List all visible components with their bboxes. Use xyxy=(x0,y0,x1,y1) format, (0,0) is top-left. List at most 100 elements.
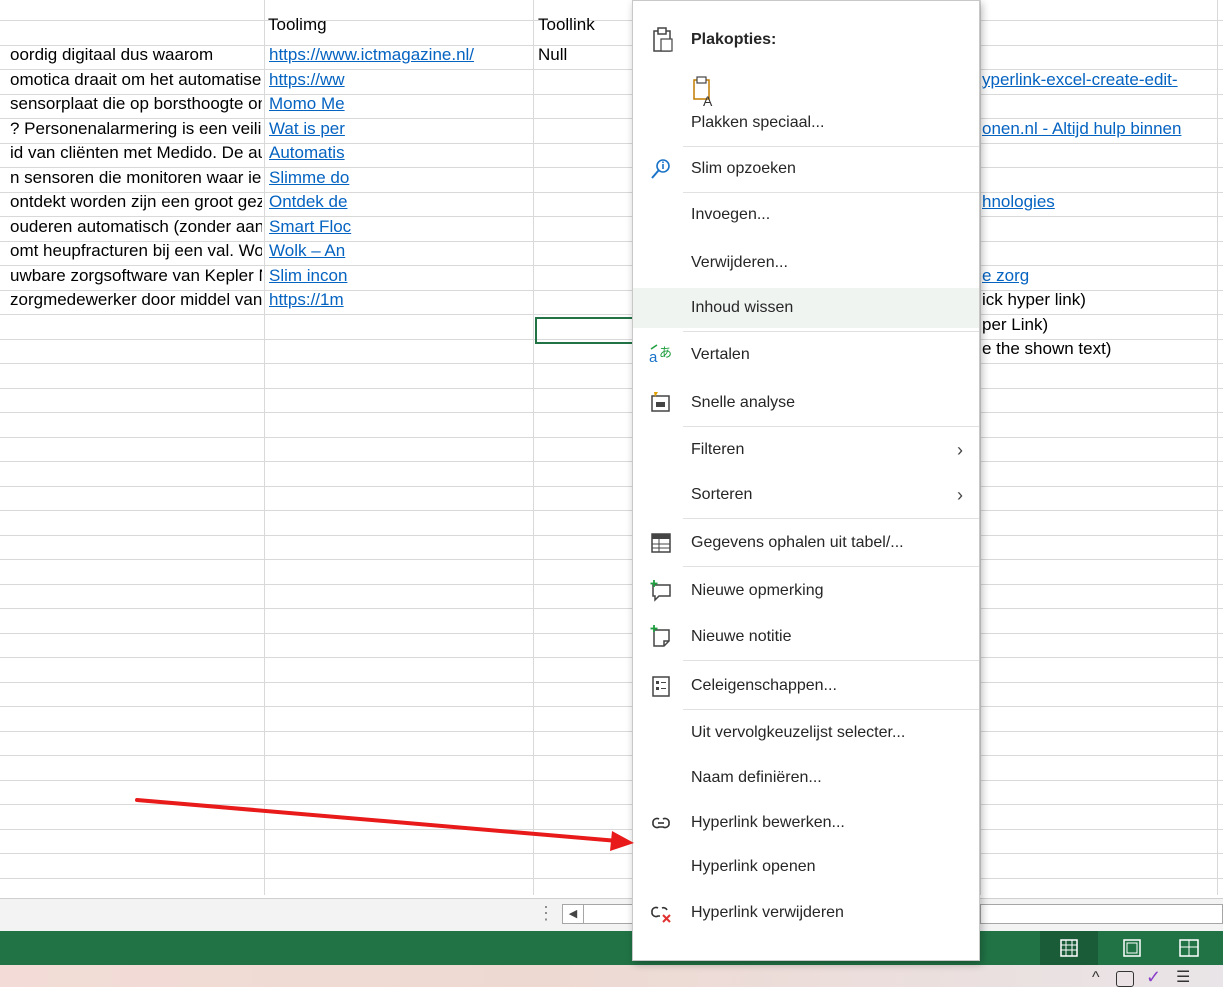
table-cell[interactable] xyxy=(538,91,630,116)
table-cell-hyperlink[interactable]: Ontdek de xyxy=(269,189,532,214)
table-cell-hyperlink[interactable]: Wolk – An xyxy=(269,238,532,263)
menu-item-translate[interactable]: a あ Vertalen xyxy=(633,335,979,375)
horizontal-scrollbar-right[interactable] xyxy=(980,904,1223,924)
table-cell-hyperlink[interactable]: https://ww xyxy=(269,67,532,92)
menu-item-label: Snelle analyse xyxy=(691,394,796,411)
grid-row-line xyxy=(0,633,1223,634)
table-cell[interactable] xyxy=(269,312,532,337)
menu-item-remove-hyperlink[interactable]: Hyperlink verwijderen xyxy=(633,893,979,933)
table-cell-description[interactable] xyxy=(10,312,262,337)
table-cell-partial[interactable]: ick hyper link) xyxy=(982,287,1222,312)
header-cell-toollink[interactable]: Toollink xyxy=(538,12,630,37)
system-tray-chevron-icon[interactable]: ^ xyxy=(1092,969,1100,987)
split-handle-icon[interactable]: ⋮ xyxy=(537,903,555,924)
table-cell[interactable] xyxy=(269,336,532,361)
table-cell-partial[interactable] xyxy=(982,214,1222,239)
format-cells-icon xyxy=(649,674,673,698)
menu-item-pick-from-dropdown[interactable]: Uit vervolgkeuzelijst selecter... xyxy=(633,713,979,753)
pen-icon[interactable]: ✓ xyxy=(1146,967,1161,988)
menu-item-edit-hyperlink[interactable]: Hyperlink bewerken... xyxy=(633,803,979,843)
menu-item-insert[interactable]: Invoegen... xyxy=(633,195,979,235)
header-cell-toolimg[interactable]: Toolimg xyxy=(268,12,530,37)
menu-item-open-hyperlink[interactable]: Hyperlink openen xyxy=(633,847,979,887)
table-cell-partial[interactable]: e the shown text) xyxy=(982,336,1222,361)
table-cell-description[interactable]: omt heupfracturen bij een val. Wolk is e… xyxy=(10,238,262,263)
menu-item-smart-lookup[interactable]: Slim opzoeken xyxy=(633,149,979,189)
table-cell-description[interactable]: oordig digitaal dus waarom xyxy=(10,42,262,67)
table-cell-description[interactable]: ouderen automatisch (zonder aanwezigheid… xyxy=(10,214,262,239)
table-cell-hyperlink[interactable]: https://1m xyxy=(269,287,532,312)
table-cell-description[interactable] xyxy=(10,336,262,361)
new-comment-icon xyxy=(649,579,673,603)
menu-item-label: Invoegen... xyxy=(691,206,771,223)
tray-menu-icon[interactable]: ☰ xyxy=(1176,967,1190,987)
menu-item-paste-special[interactable]: Plakken speciaal... xyxy=(633,103,979,143)
table-cell[interactable] xyxy=(538,189,630,214)
menu-item-sort[interactable]: Sorteren › xyxy=(633,475,979,515)
table-cell[interactable] xyxy=(538,116,630,141)
table-cell-hyperlink[interactable]: https://www.ictmagazine.nl/ xyxy=(269,42,532,67)
grid-column-line xyxy=(980,0,981,895)
menu-item-clear-contents[interactable]: Inhoud wissen xyxy=(633,288,979,328)
page-break-view-icon[interactable] xyxy=(1170,931,1210,965)
grid-row-line xyxy=(0,486,1223,487)
table-cell-partial[interactable] xyxy=(982,238,1222,263)
table-cell-partial[interactable]: e zorg xyxy=(982,263,1222,288)
menu-item-label: Celeigenschappen... xyxy=(691,677,837,694)
spreadsheet-grid[interactable]: Toolimg Toollink oordig digitaal dus waaro… xyxy=(0,0,1223,900)
table-cell[interactable] xyxy=(538,214,630,239)
menu-item-filter[interactable]: Filteren › xyxy=(633,430,979,470)
table-cell[interactable]: Null xyxy=(538,42,630,67)
menu-item-format-cells[interactable]: Celeigenschappen... xyxy=(633,666,979,706)
table-cell-description[interactable]: id van cliënten met Medido. De automatis… xyxy=(10,140,262,165)
menu-separator xyxy=(683,331,979,332)
grid-row-line xyxy=(0,829,1223,830)
menu-item-label: Nieuwe notitie xyxy=(691,628,792,645)
table-cell[interactable] xyxy=(538,263,630,288)
table-cell-partial[interactable]: per Link) xyxy=(982,312,1222,337)
chevron-right-icon: › xyxy=(957,485,963,505)
normal-view-icon[interactable] xyxy=(1040,931,1098,965)
table-cell-hyperlink[interactable]: Wat is per xyxy=(269,116,532,141)
menu-item-delete[interactable]: Verwijderen... xyxy=(633,243,979,283)
table-cell-hyperlink[interactable]: Automatis xyxy=(269,140,532,165)
menu-item-define-name[interactable]: Naam definiëren... xyxy=(633,758,979,798)
tray-app-icon[interactable] xyxy=(1116,971,1134,987)
table-cell-partial[interactable]: yperlink-excel-create-edit- xyxy=(982,67,1222,92)
table-cell[interactable] xyxy=(538,67,630,92)
scroll-left-button[interactable]: ◀ xyxy=(562,904,584,924)
table-cell-description[interactable]: n sensoren die monitoren waar iemand hee… xyxy=(10,165,262,190)
table-cell-description[interactable]: omotica draait om het automatiseren van … xyxy=(10,67,262,92)
table-cell[interactable] xyxy=(538,287,630,312)
menu-item-label: Uit vervolgkeuzelijst selecter... xyxy=(691,724,906,741)
table-cell-description[interactable]: ? Personenalarmering is een veiligheidss… xyxy=(10,116,262,141)
translate-icon: aあ xyxy=(649,343,673,367)
grid-column-line xyxy=(533,0,534,895)
menu-item-quick-analysis[interactable]: Snelle analyse xyxy=(633,383,979,423)
table-cell-hyperlink[interactable]: Slim incon xyxy=(269,263,532,288)
svg-text:a: a xyxy=(649,349,658,366)
menu-item-new-note[interactable]: Nieuwe notitie xyxy=(633,617,979,657)
table-cell-partial[interactable]: onen.nl - Altijd hulp binnen xyxy=(982,116,1222,141)
table-cell[interactable] xyxy=(538,140,630,165)
page-layout-view-icon[interactable] xyxy=(1112,931,1152,965)
menu-item-get-data-from-table[interactable]: Gegevens ophalen uit tabel/... xyxy=(633,523,979,563)
menu-item-new-comment[interactable]: Nieuwe opmerking xyxy=(633,571,979,611)
table-cell-description[interactable]: uwbare zorgsoftware van Kepler Night Nur… xyxy=(10,263,262,288)
table-cell-description[interactable]: zorgmedewerker door middel van een camer… xyxy=(10,287,262,312)
table-cell-hyperlink[interactable]: Momo Me xyxy=(269,91,532,116)
grid-row-line xyxy=(0,559,1223,560)
table-cell-hyperlink[interactable]: Slimme do xyxy=(269,165,532,190)
table-cell-partial[interactable]: hnologies xyxy=(982,189,1222,214)
table-cell-partial[interactable] xyxy=(982,42,1222,67)
table-cell-partial[interactable] xyxy=(982,140,1222,165)
table-cell-hyperlink[interactable]: Smart Floc xyxy=(269,214,532,239)
active-cell[interactable] xyxy=(535,317,635,344)
horizontal-scrollbar[interactable] xyxy=(584,904,634,924)
table-cell[interactable] xyxy=(538,238,630,263)
table-cell-description[interactable]: sensorplaat die op borsthoogte onder het… xyxy=(10,91,262,116)
table-cell-partial[interactable] xyxy=(982,165,1222,190)
table-cell[interactable] xyxy=(538,165,630,190)
table-cell-description[interactable]: ontdekt worden zijn een groot gezondheid… xyxy=(10,189,262,214)
table-cell-partial[interactable] xyxy=(982,91,1222,116)
